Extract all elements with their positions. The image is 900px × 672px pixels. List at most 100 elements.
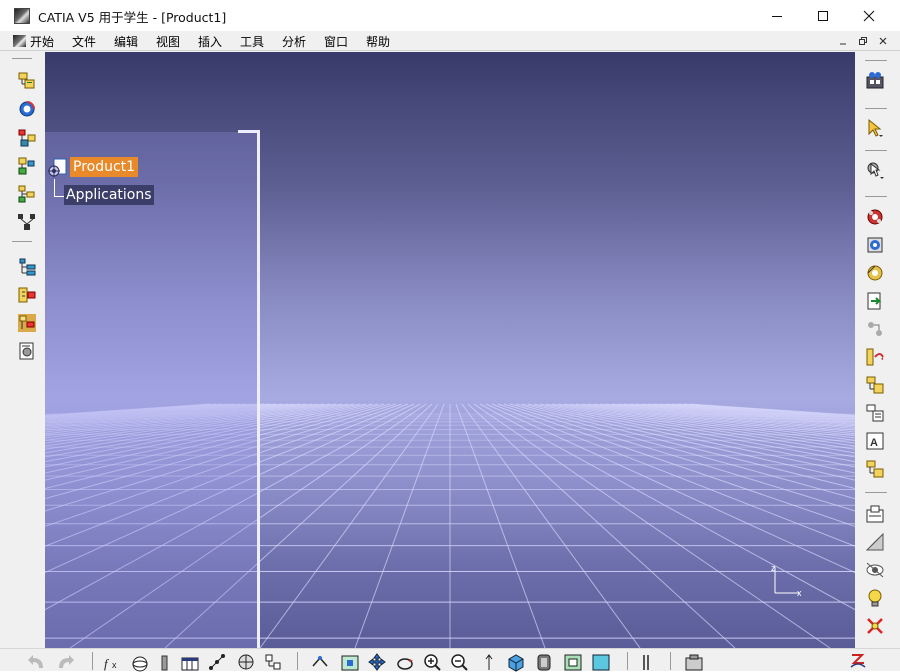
zoom-out-icon[interactable]	[449, 652, 469, 672]
toolbar-separator	[865, 150, 887, 151]
product-icon[interactable]	[46, 157, 68, 179]
scenes-icon[interactable]	[17, 341, 37, 361]
capture-icon[interactable]	[684, 652, 704, 672]
toolbar-separator	[865, 196, 887, 197]
close-icon	[863, 10, 875, 21]
formula-icon[interactable]: fx	[102, 652, 122, 672]
table-icon[interactable]	[180, 652, 200, 672]
doc-minimize-icon	[840, 43, 846, 45]
menu-view[interactable]: 视图	[156, 33, 180, 50]
right-toolbar: A	[855, 52, 900, 648]
catia-app-icon[interactable]	[14, 8, 30, 24]
tree-bracket-line[interactable]	[257, 130, 260, 648]
minimize-button[interactable]	[754, 0, 800, 31]
toolbar-separator	[92, 652, 93, 670]
menu-window[interactable]: 窗口	[324, 33, 348, 50]
specification-tree-icon[interactable]	[17, 71, 37, 91]
shading-icon[interactable]	[534, 652, 554, 672]
zoom-in-icon[interactable]	[422, 652, 442, 672]
clamp-icon[interactable]	[155, 652, 175, 672]
3d-viewport[interactable]: Product1 Applications z x	[45, 52, 855, 648]
sphere-icon[interactable]	[130, 652, 150, 672]
maximize-button[interactable]	[800, 0, 846, 31]
tree-node-applications[interactable]: Applications	[64, 185, 154, 205]
catia-logo-icon[interactable]	[848, 651, 868, 671]
menu-start[interactable]: 开始	[30, 33, 54, 50]
menu-edit[interactable]: 编辑	[114, 33, 138, 50]
product-structure-icon[interactable]	[17, 128, 37, 148]
multi-instantiation-icon[interactable]	[17, 285, 37, 305]
redo-icon[interactable]	[55, 652, 75, 672]
pan-icon[interactable]	[367, 652, 387, 672]
select-trap-icon[interactable]	[865, 160, 885, 180]
properties-icon[interactable]	[865, 403, 885, 423]
tree-expand-icon[interactable]	[263, 652, 283, 672]
catia-application: CATIA V5 用于学生 - [Product1] 开始 文件 编辑 视图 插…	[0, 0, 900, 672]
menu-bar: 开始 文件 编辑 视图 插入 工具 分析 窗口 帮助	[0, 31, 900, 51]
selective-load-icon[interactable]	[17, 212, 37, 232]
toolbar-separator	[670, 652, 671, 670]
hide-show-icon[interactable]	[865, 532, 885, 552]
tree-node-product1[interactable]: Product1	[70, 157, 139, 177]
undo-icon[interactable]	[27, 652, 47, 672]
graph-icon[interactable]	[207, 652, 227, 672]
specification-tree-panel	[45, 132, 258, 648]
insert-existing-icon[interactable]	[865, 291, 885, 311]
doc-close-button[interactable]	[876, 34, 890, 48]
file-tree-icon[interactable]	[865, 459, 885, 479]
svg-text:x: x	[112, 660, 117, 670]
fit-all-icon[interactable]	[340, 652, 360, 672]
menu-help[interactable]: 帮助	[366, 33, 390, 50]
minimize-icon	[772, 15, 782, 17]
left-toolbar	[0, 52, 44, 648]
doc-restore-button[interactable]	[856, 34, 870, 48]
close-button[interactable]	[846, 0, 892, 31]
title-bar[interactable]: CATIA V5 用于学生 - [Product1]	[0, 0, 900, 31]
text-icon[interactable]: A	[865, 431, 885, 451]
fast-multi-instantiation-icon[interactable]	[17, 313, 37, 333]
axis-z-label: z	[771, 563, 776, 573]
fix-icon[interactable]	[865, 235, 885, 255]
toolbar-separator	[12, 241, 32, 242]
menu-analyze[interactable]: 分析	[282, 33, 306, 50]
maximize-icon	[818, 10, 828, 21]
menu-file[interactable]: 文件	[72, 33, 96, 50]
cancel-icon[interactable]	[865, 616, 885, 636]
start-menu-icon[interactable]	[13, 35, 26, 47]
light-icon[interactable]	[865, 588, 885, 608]
toolbar-separator	[865, 108, 887, 109]
doc-restore-icon	[859, 37, 867, 45]
select-icon[interactable]	[865, 118, 885, 138]
bottom-toolbar: fx	[0, 648, 900, 672]
catalog-icon[interactable]	[17, 99, 37, 119]
toolbar-separator	[297, 652, 298, 670]
generate-numbering-icon[interactable]	[17, 184, 37, 204]
snap-icon[interactable]	[236, 652, 256, 672]
normal-view-icon[interactable]	[479, 652, 499, 672]
rotate-icon[interactable]	[395, 652, 415, 672]
tree-connector	[54, 179, 64, 197]
publication-icon[interactable]	[865, 375, 885, 395]
swap-icon[interactable]	[865, 560, 885, 580]
component-tree-icon[interactable]	[17, 156, 37, 176]
manage-representations-icon[interactable]	[17, 257, 37, 277]
fly-icon[interactable]	[310, 652, 330, 672]
menu-tools[interactable]: 工具	[240, 33, 264, 50]
replace-icon[interactable]	[865, 319, 885, 339]
measure-icon[interactable]	[865, 504, 885, 524]
iso-view-icon[interactable]	[506, 652, 526, 672]
light-shading-icon[interactable]	[591, 652, 611, 672]
view-icon[interactable]	[865, 71, 885, 91]
toolbar-separator	[627, 652, 628, 670]
toolbar-separator	[865, 492, 887, 493]
render-icon[interactable]	[563, 652, 583, 672]
doc-minimize-button[interactable]	[836, 34, 850, 48]
constraint-icon[interactable]	[865, 207, 885, 227]
update-icon[interactable]	[865, 263, 885, 283]
reorder-icon[interactable]	[865, 347, 885, 367]
toolbar-separator	[12, 58, 32, 59]
split-icon[interactable]	[636, 652, 656, 672]
toolbar-separator	[865, 60, 887, 61]
menu-insert[interactable]: 插入	[198, 33, 222, 50]
svg-text:f: f	[104, 656, 110, 671]
